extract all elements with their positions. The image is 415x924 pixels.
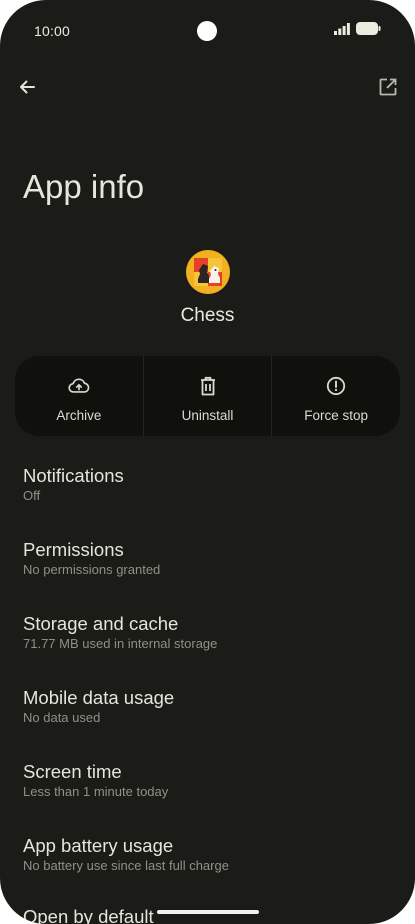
open-app-button[interactable]	[373, 74, 403, 104]
trash-icon	[197, 375, 219, 397]
battery-icon	[356, 22, 381, 40]
settings-item-screen-time[interactable]: Screen time Less than 1 minute today	[23, 761, 393, 801]
item-title: Permissions	[23, 539, 124, 560]
item-title: App battery usage	[23, 835, 174, 856]
status-time: 10:00	[34, 23, 71, 39]
item-subtitle: Less than 1 minute today	[23, 784, 169, 799]
item-title: Storage and cache	[23, 613, 179, 634]
status-icons	[334, 22, 381, 40]
chess-app-icon	[186, 250, 230, 294]
settings-item-battery[interactable]: App battery usage No battery use since l…	[23, 835, 393, 875]
item-title: Notifications	[23, 465, 124, 486]
open-in-new-icon	[378, 77, 398, 102]
settings-item-open-by-default[interactable]: Open by default	[23, 906, 393, 924]
app-name: Chess	[180, 305, 235, 326]
signal-icon	[334, 22, 350, 40]
phone-screen: 10:00 App info Chess Archive Uninstall F…	[0, 0, 415, 924]
item-subtitle: 71.77 MB used in internal storage	[23, 636, 218, 651]
page-title: App info	[23, 168, 145, 205]
item-subtitle: No data used	[23, 710, 101, 725]
archive-label: Archive	[56, 408, 102, 423]
item-title: Mobile data usage	[23, 687, 175, 708]
arrow-back-icon	[17, 77, 37, 102]
cloud-upload-icon	[68, 375, 90, 397]
item-subtitle: Off	[23, 488, 41, 503]
uninstall-label: Uninstall	[181, 408, 234, 423]
item-title: Open by default	[23, 906, 154, 924]
top-app-bar	[0, 66, 415, 114]
settings-item-permissions[interactable]: Permissions No permissions granted	[23, 539, 393, 579]
force-stop-button[interactable]: Force stop	[271, 356, 400, 436]
alert-circle-icon	[325, 375, 347, 397]
gesture-nav-handle[interactable]	[157, 910, 259, 914]
archive-button[interactable]: Archive	[15, 356, 143, 436]
settings-item-notifications[interactable]: Notifications Off	[23, 465, 393, 505]
uninstall-button[interactable]: Uninstall	[142, 356, 272, 436]
back-button[interactable]	[12, 74, 42, 104]
force-stop-label: Force stop	[304, 408, 369, 423]
status-bar: 10:00	[0, 0, 415, 60]
item-subtitle: No battery use since last full charge	[23, 858, 229, 873]
settings-item-storage[interactable]: Storage and cache 71.77 MB used in inter…	[23, 613, 393, 653]
item-subtitle: No permissions granted	[23, 562, 161, 577]
item-title: Screen time	[23, 761, 122, 782]
settings-item-mobile-data[interactable]: Mobile data usage No data used	[23, 687, 393, 727]
app-actions-panel: Archive Uninstall Force stop	[15, 356, 400, 436]
camera-cutout	[197, 21, 217, 41]
